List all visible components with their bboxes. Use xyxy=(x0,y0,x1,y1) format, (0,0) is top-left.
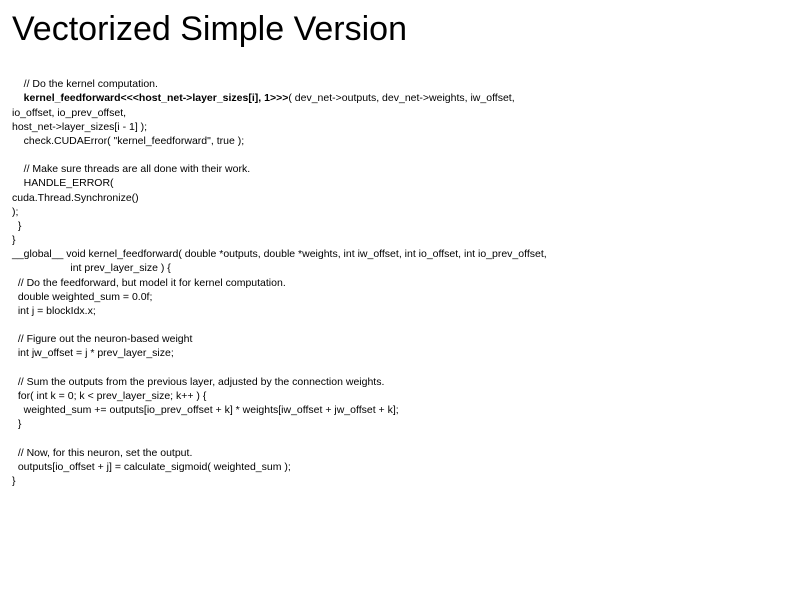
code-line: // Sum the outputs from the previous lay… xyxy=(12,376,384,388)
code-line: } xyxy=(12,475,16,487)
code-line: } xyxy=(12,234,16,246)
code-line: // Make sure threads are all done with t… xyxy=(12,163,250,175)
code-line: } xyxy=(12,220,21,232)
code-line: weighted_sum += outputs[io_prev_offset +… xyxy=(12,404,399,416)
code-line: cuda.Thread.Synchronize() xyxy=(12,192,139,204)
code-line: host_net->layer_sizes[i - 1] ); xyxy=(12,121,147,133)
code-line: HANDLE_ERROR( xyxy=(12,177,114,189)
code-line: // Now, for this neuron, set the output. xyxy=(12,447,192,459)
code-line: for( int k = 0; k < prev_layer_size; k++… xyxy=(12,390,206,402)
code-line-bold: kernel_feedforward<<<host_net->layer_siz… xyxy=(12,92,288,104)
code-line: io_offset, io_prev_offset, xyxy=(12,107,126,119)
code-line: } xyxy=(12,418,21,430)
code-line: int jw_offset = j * prev_layer_size; xyxy=(12,347,174,359)
code-line: // Do the kernel computation. xyxy=(12,78,158,90)
code-line: check.CUDAError( "kernel_feedforward", t… xyxy=(12,135,244,147)
code-line: __global__ void kernel_feedforward( doub… xyxy=(12,248,547,260)
code-line: outputs[io_offset + j] = calculate_sigmo… xyxy=(12,461,291,473)
code-line: // Do the feedforward, but model it for … xyxy=(12,277,286,289)
code-block: // Do the kernel computation. kernel_fee… xyxy=(12,63,788,488)
code-line: ( dev_net->outputs, dev_net->weights, iw… xyxy=(288,92,514,104)
code-line: ); xyxy=(12,206,18,218)
code-line: // Figure out the neuron-based weight xyxy=(12,333,192,345)
code-line: int j = blockIdx.x; xyxy=(12,305,96,317)
code-line: double weighted_sum = 0.0f; xyxy=(12,291,152,303)
code-line: int prev_layer_size ) { xyxy=(12,262,171,274)
slide-title: Vectorized Simple Version xyxy=(12,10,788,49)
slide-container: Vectorized Simple Version // Do the kern… xyxy=(0,0,800,498)
